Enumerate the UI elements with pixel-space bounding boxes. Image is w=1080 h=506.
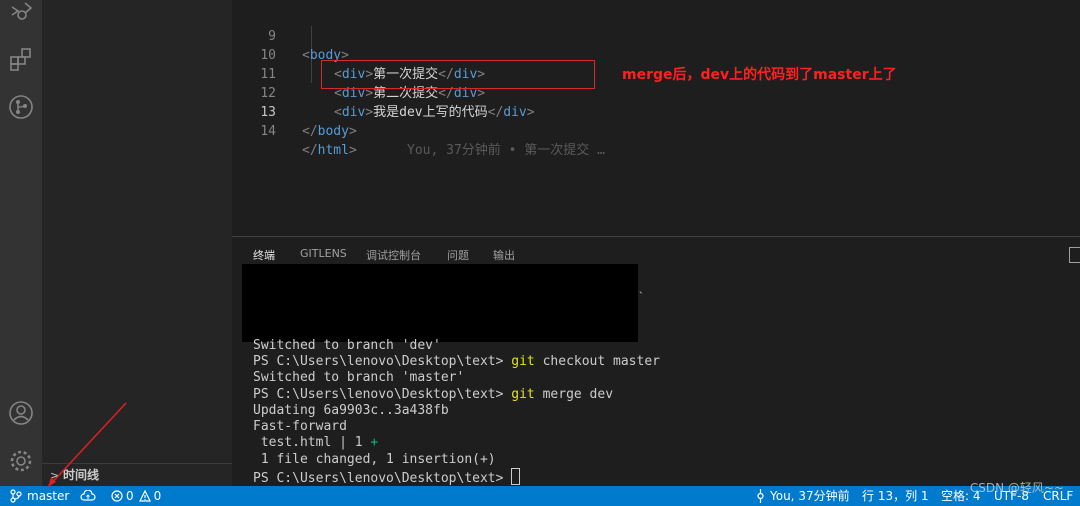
git-commit-icon — [756, 489, 765, 503]
cloud-sync-icon — [80, 490, 96, 502]
extensions-icon[interactable] — [6, 44, 36, 74]
gear-icon[interactable] — [6, 446, 36, 476]
terminal-line: Switched to branch 'dev' — [253, 338, 441, 353]
warning-icon — [138, 490, 151, 502]
terminal-line: Updating 6a9903c..3a438fb — [253, 403, 449, 418]
stray-mark: ` — [638, 290, 645, 303]
terminal-line: 1 file changed, 1 insertion(+) — [253, 452, 496, 467]
watermark: CSDN @轻风~~ — [969, 481, 1064, 495]
run-debug-icon[interactable] — [6, 0, 36, 24]
gitlens-blame-status[interactable]: You, 37分钟前 — [756, 486, 850, 506]
annotation-text: merge后，dev上的代码到了master上了 — [622, 67, 897, 83]
maximize-panel-icon[interactable] — [1069, 247, 1080, 263]
terminal-line: Fast-forward — [253, 419, 347, 434]
activity-bar — [0, 0, 42, 486]
sync-button[interactable] — [80, 486, 96, 506]
line-number: 14 — [260, 124, 276, 139]
warning-count: 0 — [153, 489, 162, 503]
sidebar: > 时间线 — [42, 0, 232, 486]
code-text: </html> — [302, 143, 357, 158]
code-line: 10 <div>第一次提交</div> — [232, 27, 1080, 82]
branch-name: master — [27, 489, 70, 503]
terminal-cursor — [511, 468, 521, 485]
terminal-line: test.html | 1 + — [253, 435, 379, 450]
terminal-line: Switched to branch 'master' — [253, 370, 465, 385]
code-editor[interactable]: 9 <body> 10 <div>第一次提交</div> 11 <div>第二次… — [232, 0, 1080, 236]
terminal-line: PS C:\Users\lenovo\Desktop\text> git che… — [253, 354, 660, 369]
branch-indicator[interactable]: master — [10, 486, 69, 506]
code-text: </body> — [302, 124, 357, 139]
highlight-box — [321, 60, 595, 89]
status-bar: master 0 0 You, 37分钟前 行 13，列 1 空格: 4 UTF… — [0, 486, 1080, 506]
code-line: 9 <body> — [232, 8, 1080, 63]
source-control-icon[interactable] — [6, 92, 36, 122]
blame-text: You, 37分钟前 — [770, 489, 850, 503]
timeline-section-header[interactable]: > 时间线 — [42, 463, 232, 487]
timeline-label: 时间线 — [63, 468, 100, 482]
terminal-prompt-line[interactable]: PS C:\Users\lenovo\Desktop\text> — [253, 468, 521, 487]
code-line: 14 </html> — [232, 103, 1080, 158]
error-count: 0 — [126, 489, 134, 503]
bottom-panel: 终端 GITLENS 调试控制台 问题 输出 ` Switched to bra… — [232, 236, 1080, 487]
error-icon — [111, 490, 123, 502]
terminal-line: PS C:\Users\lenovo\Desktop\text> git mer… — [253, 387, 614, 402]
cursor-position[interactable]: 行 13，列 1 — [862, 486, 929, 506]
redacted-region: ` — [242, 264, 644, 342]
git-blame-annotation: You, 37分钟前 • 第一次提交 … — [407, 143, 605, 158]
problems-indicator[interactable]: 0 0 — [111, 486, 161, 506]
git-branch-icon — [10, 489, 22, 503]
chevron-right-icon: > — [50, 469, 60, 482]
account-icon[interactable] — [6, 398, 36, 428]
